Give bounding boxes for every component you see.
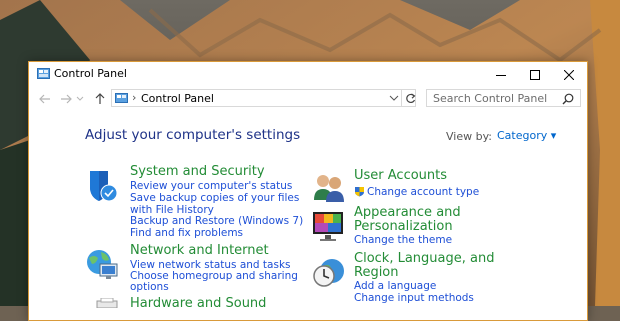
control-panel-icon bbox=[37, 68, 50, 79]
forward-button[interactable] bbox=[58, 91, 74, 107]
link-homegroup-options[interactable]: options bbox=[130, 281, 169, 293]
minimize-icon bbox=[496, 74, 506, 76]
search-input[interactable]: Search Control Panel bbox=[433, 92, 547, 105]
link-save-backup[interactable]: Save backup copies of your files bbox=[130, 192, 299, 204]
category-appearance-line2[interactable]: Personalization bbox=[354, 219, 453, 234]
network-globe-icon[interactable] bbox=[84, 246, 120, 282]
chevron-down-icon[interactable] bbox=[389, 93, 399, 103]
close-icon bbox=[564, 69, 574, 80]
window-title: Control Panel bbox=[54, 67, 127, 80]
maximize-icon bbox=[530, 69, 540, 80]
category-system-and-security[interactable]: System and Security bbox=[130, 164, 265, 179]
back-button[interactable] bbox=[37, 91, 53, 107]
view-by-label: View by: bbox=[446, 130, 492, 143]
refresh-icon bbox=[405, 93, 415, 103]
link-change-theme[interactable]: Change the theme bbox=[354, 234, 452, 246]
maximize-button[interactable] bbox=[518, 62, 552, 87]
uac-shield-icon bbox=[355, 187, 364, 197]
view-by-dropdown[interactable]: Category ▾ bbox=[497, 129, 556, 142]
users-icon[interactable] bbox=[311, 170, 347, 206]
category-user-accounts[interactable]: User Accounts bbox=[354, 168, 447, 183]
recent-locations-button[interactable] bbox=[75, 91, 85, 107]
link-change-input-methods[interactable]: Change input methods bbox=[354, 292, 474, 304]
category-appearance-line1[interactable]: Appearance and bbox=[354, 205, 461, 220]
chevron-down-icon bbox=[76, 96, 84, 101]
category-hardware-and-sound[interactable]: Hardware and Sound bbox=[130, 296, 266, 311]
up-button[interactable] bbox=[92, 91, 108, 107]
breadcrumb-separator-icon: › bbox=[132, 91, 137, 104]
up-arrow-icon bbox=[95, 93, 105, 104]
printer-icon[interactable] bbox=[95, 298, 119, 308]
search-icon[interactable] bbox=[562, 93, 574, 105]
control-panel-icon bbox=[115, 93, 128, 103]
monitor-icon[interactable] bbox=[311, 208, 347, 244]
clock-globe-icon[interactable] bbox=[311, 254, 347, 290]
address-row: › Control Panel Search Control Panel bbox=[29, 88, 587, 110]
link-change-account-type[interactable]: Change account type bbox=[367, 186, 479, 198]
category-clock-line2[interactable]: Region bbox=[354, 265, 399, 280]
back-arrow-icon bbox=[39, 94, 50, 104]
control-panel-window: Control Panel › Control Panel Search Con… bbox=[28, 61, 588, 321]
category-clock-line1[interactable]: Clock, Language, and bbox=[354, 251, 494, 266]
search-box[interactable]: Search Control Panel bbox=[426, 89, 581, 107]
forward-arrow-icon bbox=[61, 94, 72, 104]
minimize-button[interactable] bbox=[484, 62, 518, 87]
page-heading: Adjust your computer's settings bbox=[85, 127, 301, 143]
breadcrumb-control-panel[interactable]: Control Panel bbox=[141, 92, 214, 105]
category-network-and-internet[interactable]: Network and Internet bbox=[130, 243, 269, 258]
title-bar: Control Panel bbox=[29, 62, 587, 87]
refresh-button[interactable] bbox=[401, 90, 418, 106]
address-bar[interactable]: › Control Panel bbox=[111, 89, 416, 107]
link-find-fix[interactable]: Find and fix problems bbox=[130, 227, 243, 239]
link-backup-restore[interactable]: Backup and Restore (Windows 7) bbox=[130, 215, 303, 227]
link-review-status[interactable]: Review your computer's status bbox=[130, 180, 292, 192]
shield-icon[interactable] bbox=[84, 167, 120, 203]
link-add-language[interactable]: Add a language bbox=[354, 280, 436, 292]
close-button[interactable] bbox=[552, 62, 586, 87]
